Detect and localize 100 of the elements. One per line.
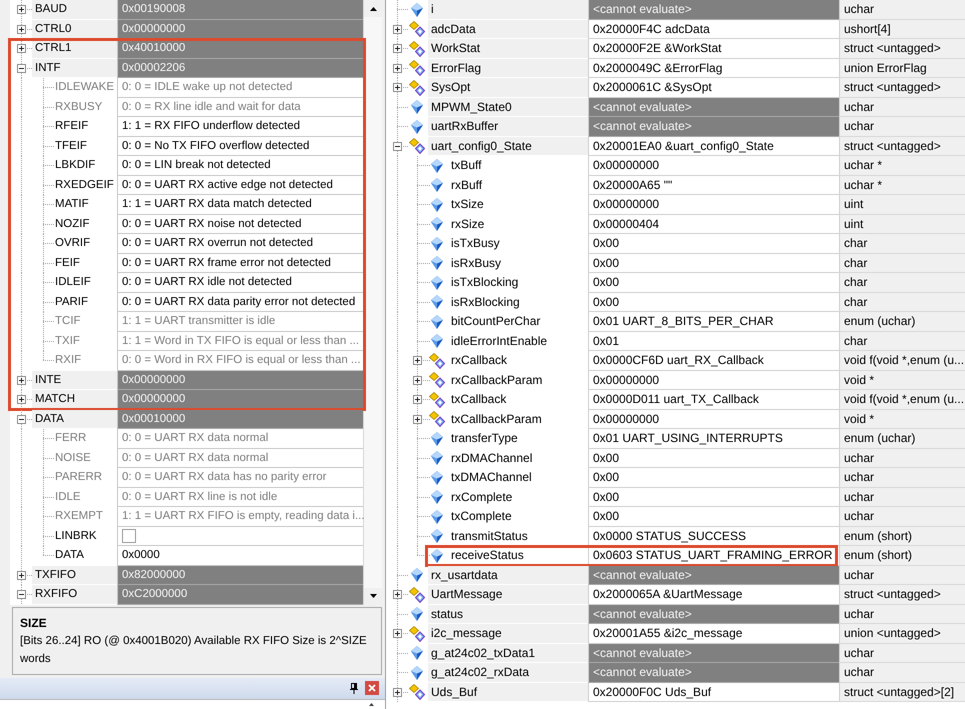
plus-icon[interactable] xyxy=(16,5,26,14)
variable-name: ErrorFlag xyxy=(428,58,588,78)
variable-value: 0x00 xyxy=(588,507,839,526)
variable-value: 0x0000 STATUS_SUCCESS xyxy=(588,526,839,546)
variable-type: char xyxy=(839,254,965,273)
register-value: 0x00000000 xyxy=(117,390,363,410)
plus-icon[interactable] xyxy=(413,414,422,424)
plus-icon[interactable] xyxy=(16,24,26,34)
variable-value: 0x00 xyxy=(588,273,839,292)
plus-icon[interactable] xyxy=(413,356,422,366)
variable-type: void * xyxy=(839,370,965,390)
variable-value: 0x00 xyxy=(588,292,839,312)
variable-value: 0x00000000 xyxy=(588,195,839,214)
variable-value: 0x01 UART_USING_INTERRUPTS xyxy=(588,429,839,448)
variable-type: uchar xyxy=(839,507,965,526)
triangle-down-icon xyxy=(370,594,376,598)
variable-value: 0x00 xyxy=(588,234,839,254)
pin-icon[interactable] xyxy=(350,682,358,694)
triangle-up-icon[interactable] xyxy=(369,702,374,706)
minus-icon[interactable] xyxy=(16,414,26,424)
minus-icon[interactable] xyxy=(16,590,26,600)
register-name: INTF xyxy=(32,58,117,78)
variable-name: uartRxBuffer xyxy=(428,117,588,136)
variable-value: <cannot evaluate> xyxy=(588,566,839,585)
variable-value: 0x20001A55 &i2c_message xyxy=(588,624,839,644)
field-value: 1: 1 = UART transmitter is idle xyxy=(117,312,363,332)
register-name: BAUD xyxy=(32,0,117,20)
field-value: 0: 0 = IDLE wake up not detected xyxy=(117,78,363,98)
variable-value: <cannot evaluate> xyxy=(588,644,839,663)
variable-type: uchar xyxy=(839,448,965,468)
register-value: 0x40010000 xyxy=(117,39,363,58)
plus-icon[interactable] xyxy=(393,590,402,600)
variable-type: void f(void *,enum (u... xyxy=(839,351,965,370)
variable-name: rx_usartdata xyxy=(428,566,588,585)
variable-value: <cannot evaluate> xyxy=(588,604,839,624)
field-value: 0: 0 = UART RX idle not detected xyxy=(117,273,363,292)
register-name: MATCH xyxy=(32,390,117,410)
register-name: CTRL1 xyxy=(32,39,117,58)
variable-type: enum (uchar) xyxy=(839,429,965,448)
field-value: 0: 0 = UART RX line is not idle xyxy=(117,488,363,507)
variable-name: WorkStat xyxy=(428,39,588,58)
plus-icon[interactable] xyxy=(393,83,402,92)
field-value: 1: 1 = UART RX data match detected xyxy=(117,195,363,214)
variable-value: 0x2000061C &SysOpt xyxy=(588,78,839,98)
variable-type: uchar xyxy=(839,663,965,682)
minus-icon[interactable] xyxy=(16,64,26,73)
variable-type: uchar xyxy=(839,566,965,585)
variable-name: MPWM_State0 xyxy=(428,98,588,117)
variable-type: void f(void *,enum (u... xyxy=(839,390,965,410)
field-value: 0: 0 = LIN break not detected xyxy=(117,156,363,176)
variable-type: uint xyxy=(839,195,965,214)
variable-type: struct <untagged> xyxy=(839,136,965,156)
variable-type: uchar xyxy=(839,0,965,20)
variable-type: struct <untagged> xyxy=(839,585,965,604)
field-value: 0: 0 = UART RX data normal xyxy=(117,429,363,448)
variable-type: union <untagged> xyxy=(839,624,965,644)
plus-icon[interactable] xyxy=(16,570,26,580)
variable-type: char xyxy=(839,234,965,254)
register-value: 0x00002206 xyxy=(117,58,363,78)
register-name: CTRL0 xyxy=(32,20,117,39)
plus-icon[interactable] xyxy=(393,44,402,54)
register-value: 0x00190008 xyxy=(117,0,363,20)
variable-type: struct <untagged>[2] xyxy=(839,682,965,702)
plus-icon[interactable] xyxy=(16,395,26,404)
plus-icon[interactable] xyxy=(393,629,402,638)
plus-icon[interactable] xyxy=(393,688,402,697)
variable-type: struct <untagged> xyxy=(839,78,965,98)
checkbox[interactable] xyxy=(122,528,136,543)
variable-type: char xyxy=(839,292,965,312)
variable-type: uchar xyxy=(839,488,965,507)
variable-type: uchar xyxy=(839,644,965,663)
variable-value: 0x00 xyxy=(588,468,839,488)
variable-value: <cannot evaluate> xyxy=(588,0,839,20)
variable-name: adcData xyxy=(428,20,588,39)
variable-name: i xyxy=(428,0,588,20)
variable-value: <cannot evaluate> xyxy=(588,663,839,682)
field-value: 1: 1 = UART RX FIFO is empty, reading data i... xyxy=(117,507,363,526)
plus-icon[interactable] xyxy=(16,44,26,54)
variable-type: uchar xyxy=(839,604,965,624)
plus-icon[interactable] xyxy=(393,64,402,73)
variable-type: union ErrorFlag xyxy=(839,58,965,78)
variable-type: uint xyxy=(839,214,965,234)
close-button[interactable] xyxy=(365,681,379,695)
plus-icon[interactable] xyxy=(393,24,402,34)
field-value: 0x0000 xyxy=(117,546,363,566)
variable-type: void * xyxy=(839,410,965,429)
minus-icon[interactable] xyxy=(393,142,402,151)
variable-type: char xyxy=(839,332,965,351)
plus-icon[interactable] xyxy=(16,376,26,385)
plus-icon[interactable] xyxy=(413,376,422,385)
variable-value: 0x0000CF6D uart_RX_Callback xyxy=(588,351,839,370)
register-name: RXFIFO xyxy=(32,585,117,604)
variable-value: 0x00000000 xyxy=(588,370,839,390)
variable-type: ushort[4] xyxy=(839,20,965,39)
variable-type: struct <untagged> xyxy=(839,39,965,58)
variable-value: 0x20000F2E &WorkStat xyxy=(588,39,839,58)
variable-name: uart_config0_State xyxy=(428,136,588,156)
plus-icon[interactable] xyxy=(413,395,422,404)
register-name: DATA xyxy=(32,410,117,429)
field-value: 0: 0 = UART RX data has no parity error xyxy=(117,468,363,488)
